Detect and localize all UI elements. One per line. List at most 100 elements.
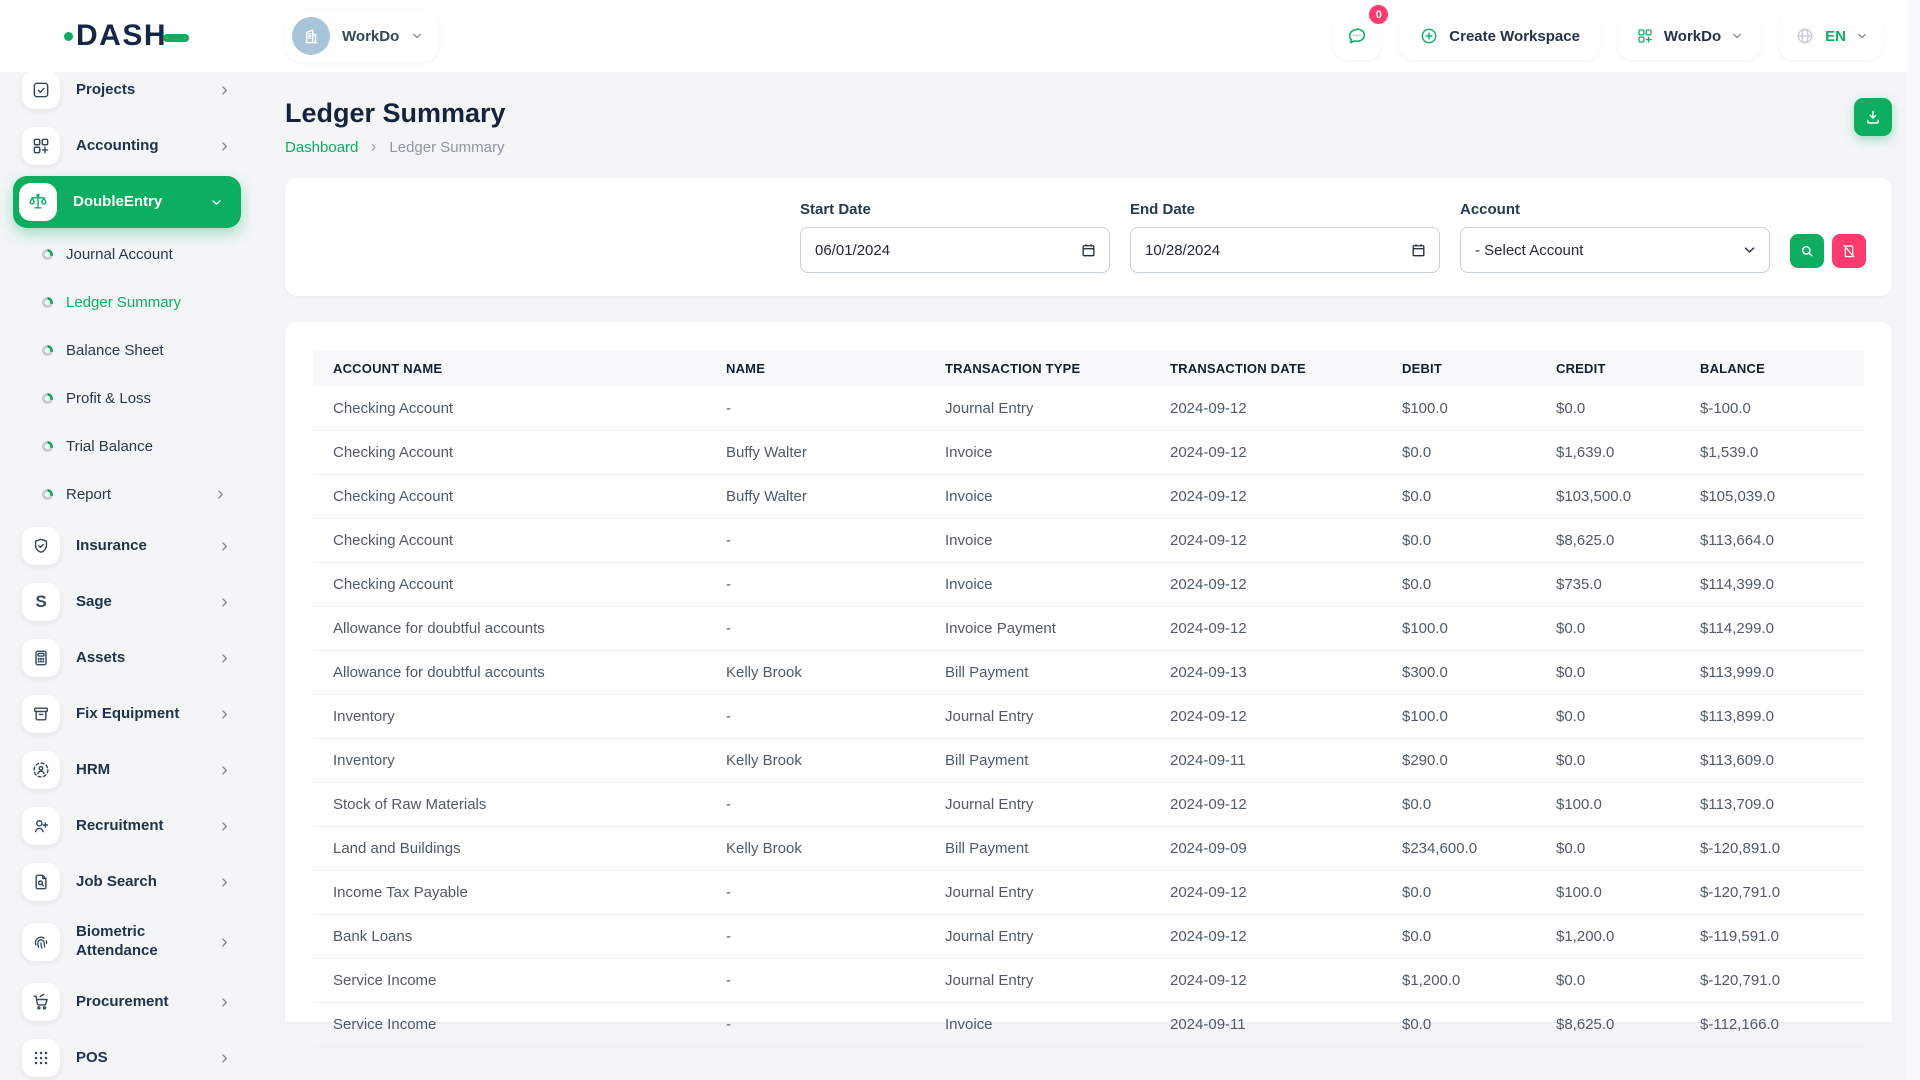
cell-account-name: Inventory (313, 695, 706, 739)
shield-icon (22, 527, 60, 565)
file-search-icon (22, 863, 60, 901)
workspace-selector[interactable]: WorkDo (285, 10, 439, 62)
cell-transaction-date: 2024-09-12 (1150, 915, 1382, 959)
end-date-input[interactable] (1130, 227, 1440, 273)
sidebar-subitem-balance-sheet[interactable]: Balance Sheet (0, 326, 257, 374)
clipboard-off-icon (1841, 243, 1857, 259)
cell-name: - (706, 783, 925, 827)
cell-balance: $-120,791.0 (1680, 959, 1864, 1003)
sidebar-item-procurement[interactable]: Procurement (0, 974, 257, 1030)
cell-transaction-date: 2024-09-12 (1150, 475, 1382, 519)
cell-account-name: Allowance for doubtful accounts (313, 651, 706, 695)
sidebar-item-label: Biometric Attendance (76, 923, 206, 961)
sidebar-subitem-ledger-summary[interactable]: Ledger Summary (0, 278, 257, 326)
sidebar-subitem-profit-loss[interactable]: Profit & Loss (0, 374, 257, 422)
download-button[interactable] (1854, 98, 1892, 136)
cell-balance: $-120,891.0 (1680, 827, 1864, 871)
logo-accent-dot (64, 32, 73, 41)
sidebar-item-pos[interactable]: POS (0, 1030, 257, 1080)
scale-icon (19, 183, 57, 221)
reset-filter-button[interactable] (1832, 234, 1866, 268)
cell-transaction-type: Invoice (925, 1003, 1150, 1047)
app-logo[interactable]: DASH (64, 19, 189, 53)
sidebar-item-label: Sage (76, 593, 112, 612)
sidebar-item-job-search[interactable]: Job Search (0, 854, 257, 910)
chevron-right-icon (218, 708, 231, 721)
sidebar-item-label: POS (76, 1049, 108, 1068)
apply-filter-button[interactable] (1790, 234, 1824, 268)
page-scrollbar[interactable] (1907, 0, 1920, 1080)
cell-name: Kelly Brook (706, 827, 925, 871)
create-workspace-button[interactable]: Create Workspace (1399, 12, 1600, 60)
table-row: Checking AccountBuffy WalterInvoice2024-… (313, 431, 1864, 475)
chevron-down-icon (210, 196, 223, 209)
sidebar-item-label: HRM (76, 761, 110, 780)
sidebar-item-label: Projects (76, 81, 135, 100)
breadcrumb: Dashboard Ledger Summary (285, 139, 506, 156)
sidebar-subitem-journal-account[interactable]: Journal Account (0, 230, 257, 278)
sidebar-item-accounting[interactable]: Accounting (0, 118, 257, 174)
breadcrumb-dashboard-link[interactable]: Dashboard (285, 139, 358, 156)
sidebar-subitem-report[interactable]: Report (0, 470, 257, 518)
cell-transaction-date: 2024-09-11 (1150, 1003, 1382, 1047)
messages-button[interactable]: 0 (1333, 12, 1381, 60)
sidebar-item-biometric-attendance[interactable]: Biometric Attendance (0, 910, 257, 974)
start-date-input[interactable] (800, 227, 1110, 273)
create-workspace-label: Create Workspace (1449, 28, 1580, 45)
chevron-right-icon (218, 84, 231, 97)
ledger-table: ACCOUNT NAMENAMETRANSACTION TYPETRANSACT… (313, 350, 1864, 1047)
sidebar-item-projects[interactable]: Projects (0, 72, 257, 118)
chevron-right-icon (218, 820, 231, 833)
table-row: Allowance for doubtful accounts-Invoice … (313, 607, 1864, 651)
building-icon (301, 26, 321, 46)
sidebar-item-doubleentry[interactable]: DoubleEntry (13, 176, 241, 228)
cell-credit: $0.0 (1536, 827, 1680, 871)
cell-transaction-type: Journal Entry (925, 783, 1150, 827)
cell-transaction-date: 2024-09-13 (1150, 651, 1382, 695)
account-select[interactable]: - Select Account (1460, 227, 1770, 273)
cell-credit: $103,500.0 (1536, 475, 1680, 519)
sidebar-item-assets[interactable]: Assets (0, 630, 257, 686)
sidebar-item-recruitment[interactable]: Recruitment (0, 798, 257, 854)
cell-debit: $100.0 (1382, 387, 1536, 431)
cell-account-name: Service Income (313, 1003, 706, 1047)
app-root: DASH WorkDo 0 Create Workspace WorkDo (0, 0, 1920, 1080)
cell-name: - (706, 519, 925, 563)
sidebar-item-insurance[interactable]: Insurance (0, 518, 257, 574)
cell-transaction-date: 2024-09-12 (1150, 871, 1382, 915)
sidebar-item-label: Journal Account (66, 246, 173, 263)
table-row: Service Income-Journal Entry2024-09-12$1… (313, 959, 1864, 1003)
cell-transaction-date: 2024-09-12 (1150, 563, 1382, 607)
cell-credit: $0.0 (1536, 607, 1680, 651)
cell-transaction-date: 2024-09-12 (1150, 519, 1382, 563)
checkbox-icon (22, 72, 60, 109)
sidebar-item-hrm[interactable]: HRM (0, 742, 257, 798)
sidebar-item-sage[interactable]: SSage (0, 574, 257, 630)
cell-account-name: Checking Account (313, 519, 706, 563)
cell-balance: $113,709.0 (1680, 783, 1864, 827)
sidebar-item-label: Report (66, 486, 111, 503)
sidebar-item-fix-equipment[interactable]: Fix Equipment (0, 686, 257, 742)
ledger-table-card: ACCOUNT NAMENAMETRANSACTION TYPETRANSACT… (285, 322, 1892, 1022)
chevron-right-icon (218, 652, 231, 665)
cell-balance: $113,609.0 (1680, 739, 1864, 783)
cell-balance: $113,899.0 (1680, 695, 1864, 739)
table-header-row: ACCOUNT NAMENAMETRANSACTION TYPETRANSACT… (313, 350, 1864, 387)
sidebar-item-label: Trial Balance (66, 438, 153, 455)
cell-name: - (706, 695, 925, 739)
start-date-label: Start Date (800, 201, 1110, 218)
cell-credit: $100.0 (1536, 783, 1680, 827)
cell-debit: $290.0 (1382, 739, 1536, 783)
cell-credit: $735.0 (1536, 563, 1680, 607)
language-selector[interactable]: EN (1779, 12, 1884, 60)
status-ring-icon (42, 345, 53, 356)
end-date-field-group: End Date (1130, 201, 1440, 273)
sidebar-subitem-trial-balance[interactable]: Trial Balance (0, 422, 257, 470)
cell-transaction-type: Invoice (925, 519, 1150, 563)
cell-balance: $-112,166.0 (1680, 1003, 1864, 1047)
cell-account-name: Land and Buildings (313, 827, 706, 871)
fingerprint-icon (22, 923, 60, 961)
status-ring-icon (42, 489, 53, 500)
workspace-menu-button[interactable]: WorkDo (1618, 12, 1761, 60)
sidebar-item-label: DoubleEntry (73, 193, 162, 212)
